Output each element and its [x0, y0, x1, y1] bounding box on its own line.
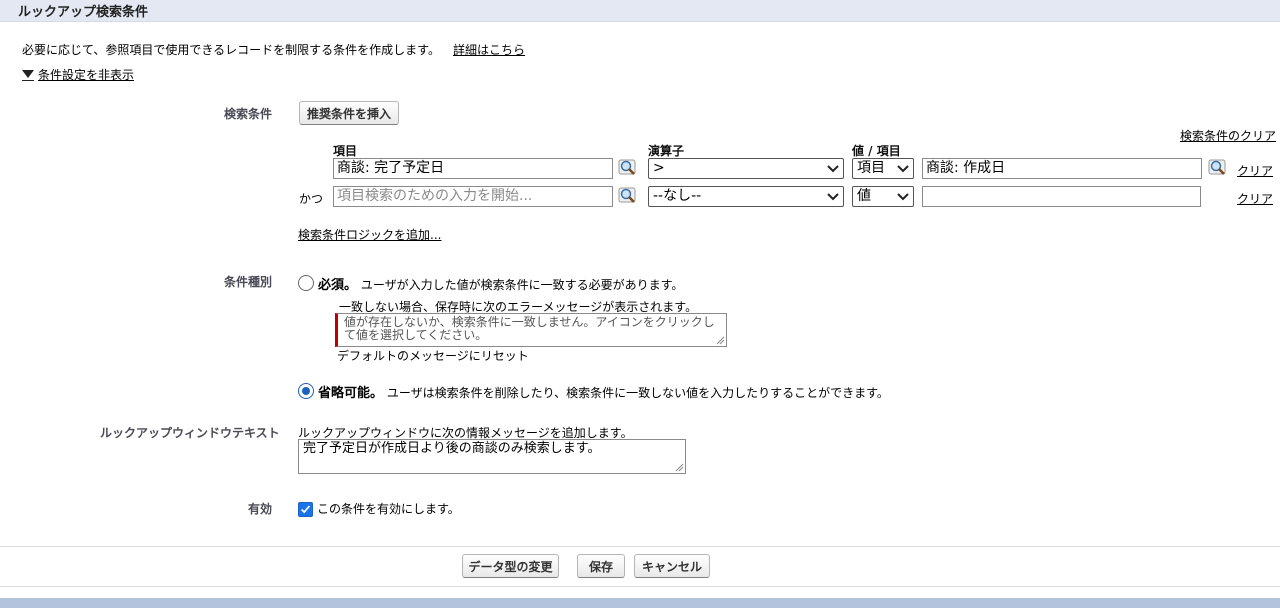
clear-criteria-link[interactable]: 検索条件のクリア	[1180, 127, 1276, 144]
checkmark-icon	[300, 505, 311, 514]
footer-divider	[0, 546, 1280, 547]
value-type-select-2[interactable]: 値	[852, 186, 914, 207]
value-type-2: 値	[857, 188, 871, 204]
value-input-2[interactable]	[922, 186, 1201, 207]
lookup-icon[interactable]	[618, 186, 640, 206]
resize-grip-icon[interactable]	[675, 463, 684, 472]
operator-select-1[interactable]: >	[648, 158, 844, 179]
filter-type-label: 条件種別	[223, 275, 272, 289]
optional-radio[interactable]	[298, 383, 314, 399]
hide-settings-label: 条件設定を非表示	[38, 68, 135, 82]
chevron-down-icon	[897, 193, 909, 201]
footer-bottom-divider	[0, 586, 1280, 587]
active-checkbox[interactable]	[298, 502, 313, 517]
col-field-heading: 項目	[333, 144, 358, 158]
chevron-down-icon	[827, 165, 839, 173]
value-type-1: 項目	[857, 160, 885, 176]
add-filter-logic-link[interactable]: 検索条件ロジックを追加...	[298, 226, 441, 243]
required-radio[interactable]	[298, 275, 314, 291]
criteria-label: 検索条件	[223, 107, 272, 121]
active-checkbox-label: この条件を有効にします。	[317, 502, 460, 516]
operator-value-1: >	[653, 160, 665, 176]
field-input-2[interactable]: 項目検索のための入力を開始...	[333, 186, 613, 207]
window-text-label: ルックアップウィンドウテキスト	[100, 426, 280, 440]
clear-row-1-link[interactable]: クリア	[1237, 162, 1273, 179]
chevron-down-icon	[827, 193, 839, 201]
required-option: 必須。 ユーザが入力した値が検索条件に一致する必要があります。	[318, 274, 683, 293]
clear-row-2-link[interactable]: クリア	[1237, 190, 1273, 207]
collapse-triangle-icon	[22, 70, 34, 78]
section-title: ルックアップ検索条件	[18, 5, 149, 20]
window-text-textarea[interactable]: 完了予定日が作成日より後の商談のみ検索します。	[298, 439, 686, 474]
save-button[interactable]: 保存	[577, 554, 625, 578]
window-text-value: 完了予定日が作成日より後の商談のみ検索します。	[303, 441, 601, 456]
value-type-select-1[interactable]: 項目	[852, 158, 914, 179]
operator-value-2: --なし--	[653, 188, 702, 204]
value-input-1[interactable]: 商談: 作成日	[922, 158, 1202, 179]
col-value-heading: 値 / 項目	[852, 144, 901, 158]
lookup-icon[interactable]	[618, 158, 640, 178]
intro-text: 必要に応じて、参照項目で使用できるレコードを制限する条件を作成します。	[22, 43, 440, 57]
bottom-bar	[0, 598, 1280, 608]
optional-desc: ユーザは検索条件を削除したり、検索条件に一致しない値を入力したりすることができま…	[386, 386, 889, 400]
reset-default-message-link[interactable]: デフォルトのメッセージにリセット	[337, 347, 529, 364]
resize-grip-icon[interactable]	[716, 336, 725, 345]
col-operator-heading: 演算子	[648, 144, 685, 158]
chevron-down-icon	[897, 165, 909, 173]
error-message-textarea[interactable]: 値が存在しないか、検索条件に一致しません。アイコンをクリックして値を選択してくだ…	[335, 313, 727, 347]
required-title: 必須。	[318, 278, 358, 293]
required-desc: ユーザが入力した値が検索条件に一致する必要があります。	[360, 278, 684, 292]
optional-title: 省略可能。	[318, 386, 384, 401]
change-data-type-button[interactable]: データ型の変更	[462, 554, 559, 578]
hide-settings-toggle[interactable]: 条件設定を非表示	[22, 66, 152, 84]
lookup-icon[interactable]	[1208, 158, 1230, 178]
field-input-1[interactable]: 商談: 完了予定日	[333, 158, 613, 179]
cancel-button[interactable]: キャンセル	[634, 554, 710, 578]
section-header: ルックアップ検索条件	[0, 0, 1280, 22]
error-message-text: 値が存在しないか、検索条件に一致しません。アイコンをクリックして値を選択してくだ…	[344, 315, 715, 342]
active-label: 有効	[247, 502, 272, 516]
operator-select-2[interactable]: --なし--	[648, 186, 844, 207]
insert-suggested-button[interactable]: 推奨条件を挿入	[299, 101, 399, 125]
details-link[interactable]: 詳細はこちら	[453, 41, 525, 58]
and-connector: かつ	[299, 192, 324, 206]
optional-option: 省略可能。 ユーザは検索条件を削除したり、検索条件に一致しない値を入力したりする…	[318, 382, 889, 401]
